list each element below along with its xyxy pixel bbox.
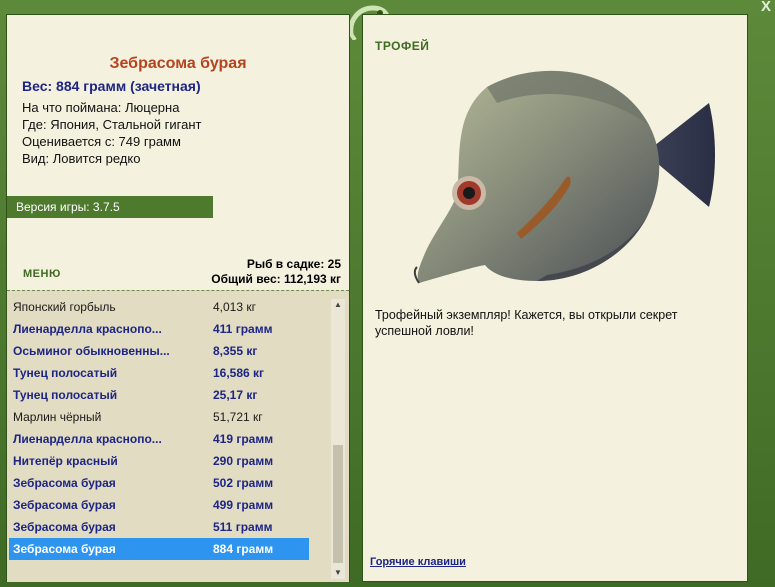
trophy-description: Трофейный экземпляр! Кажется, вы открыли… — [375, 308, 678, 338]
catch-row[interactable]: Зебрасома бурая 884 грамм — [9, 538, 309, 560]
catch-row[interactable]: Зебрасома бурая 502 грамм — [9, 472, 309, 494]
catch-fish-weight: 499 грамм — [213, 498, 274, 512]
fish-location: Где: Япония, Стальной гигант — [22, 117, 202, 132]
close-button[interactable]: X — [757, 0, 775, 14]
catch-fish-name: Зебрасома бурая — [13, 542, 116, 556]
catch-fish-name: Марлин чёрный — [13, 410, 102, 424]
catch-fish-weight: 4,013 кг — [213, 300, 256, 314]
catch-row[interactable]: Лиенарделла краснопо... 411 грамм — [9, 318, 309, 340]
catch-fish-name: Лиенарделла краснопо... — [13, 322, 162, 336]
catch-row[interactable]: Тунец полосатый 25,17 кг — [9, 384, 309, 406]
zebrasoma-fish-image — [413, 70, 715, 284]
fish-valued: Оценивается с: 749 грамм — [22, 134, 181, 149]
catch-fish-name: Зебрасома бурая — [13, 520, 116, 534]
catch-row[interactable]: Нитепёр красный 290 грамм — [9, 450, 309, 472]
game-version: Версия игры: 3.7.5 — [7, 196, 213, 218]
catch-fish-weight: 8,355 кг — [213, 344, 258, 358]
catch-list-scrollbar[interactable]: ▲ ▼ — [331, 299, 345, 579]
trophy-label: ТРОФЕЙ — [375, 39, 430, 53]
catch-row[interactable]: Марлин чёрный 51,721 кг — [9, 406, 309, 428]
catch-row[interactable]: Японский горбыль 4,013 кг — [9, 296, 309, 318]
catch-list[interactable]: Японский горбыль 4,013 кг Лиенарделла крас… — [7, 290, 349, 582]
keep-count: Рыб в садке: 25 — [246, 257, 341, 271]
catch-fish-weight: 419 грамм — [213, 432, 274, 446]
trophy-panel: ТРОФЕЙ Трофейный экземпляр! Кажется, вы … — [362, 14, 748, 582]
catch-fish-weight: 411 грамм — [213, 322, 273, 336]
catch-fish-name: Осьминог обыкновенны... — [13, 344, 170, 358]
catch-fish-name: Нитепёр красный — [13, 454, 118, 468]
fish-title: Зебрасома бурая — [109, 55, 247, 72]
keep-total-weight: Общий вес: 112,193 кг — [211, 272, 341, 286]
catch-row[interactable]: Тунец полосатый 16,586 кг — [9, 362, 309, 384]
catch-fish-name: Зебрасома бурая — [13, 476, 116, 490]
catch-fish-weight: 290 грамм — [213, 454, 274, 468]
catch-row[interactable]: Зебрасома бурая 499 грамм — [9, 494, 309, 516]
catch-fish-weight: 16,586 кг — [213, 366, 265, 380]
catch-row[interactable]: Осьминог обыкновенны... 8,355 кг — [9, 340, 309, 362]
fish-weight: Вес: 884 грамм (зачетная) — [22, 78, 201, 94]
scroll-up-icon[interactable]: ▲ — [331, 299, 345, 311]
keep-net-summary: Рыб в садке: 25 Общий вес: 112,193 кг — [211, 257, 341, 287]
catch-row[interactable]: Зебрасома бурая 511 грамм — [9, 516, 309, 538]
catch-fish-weight: 25,17 кг — [213, 388, 258, 402]
fish-info-panel: Зебрасома бурая Вес: 884 грамм (зачетная… — [6, 14, 350, 582]
catch-fish-name: Зебрасома бурая — [13, 498, 116, 512]
catch-row[interactable]: Лиенарделла краснопо... 419 грамм — [9, 428, 309, 450]
catch-fish-weight: 51,721 кг — [213, 410, 263, 424]
catch-fish-weight: 511 грамм — [213, 520, 273, 534]
fish-bait: На что поймана: Люцерна — [22, 100, 180, 115]
catch-fish-name: Японский горбыль — [13, 300, 116, 314]
catch-fish-name: Тунец полосатый — [13, 366, 118, 380]
scroll-thumb[interactable] — [333, 445, 343, 563]
hotkeys-link[interactable]: Горячие клавиши — [370, 556, 466, 568]
catch-fish-weight: 502 грамм — [213, 476, 274, 490]
menu-button[interactable]: МЕНЮ — [23, 268, 61, 280]
fish-kind: Вид: Ловится редко — [22, 151, 141, 166]
catch-fish-name: Тунец полосатый — [13, 388, 118, 402]
catch-fish-name: Лиенарделла краснопо... — [13, 432, 162, 446]
scroll-down-icon[interactable]: ▼ — [331, 567, 345, 579]
catch-fish-weight: 884 грамм — [213, 542, 274, 556]
